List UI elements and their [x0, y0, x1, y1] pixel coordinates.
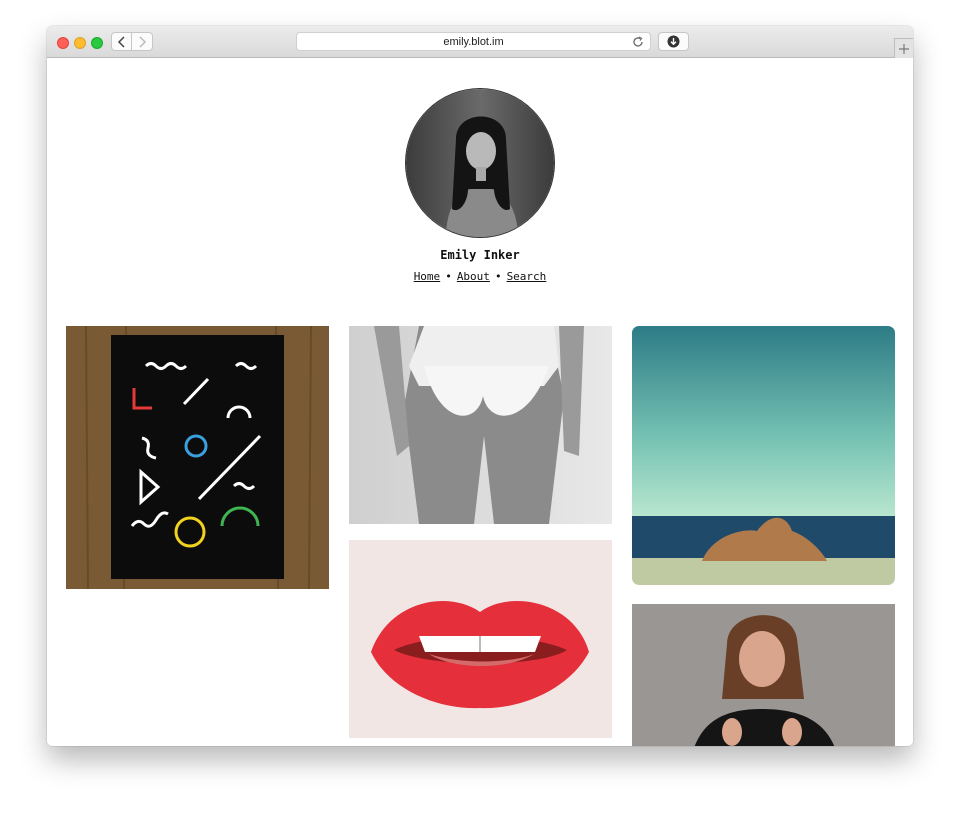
forward-button[interactable] — [132, 32, 153, 51]
plus-icon — [899, 43, 909, 54]
back-button[interactable] — [111, 32, 132, 51]
nav-separator: • — [445, 270, 452, 283]
download-icon — [667, 35, 680, 48]
gallery-photo-portrait[interactable] — [632, 604, 895, 746]
nav-search-link[interactable]: Search — [507, 270, 547, 283]
url-text: emily.blot.im — [443, 35, 504, 48]
reload-icon — [633, 36, 643, 47]
nav-about-link[interactable]: About — [457, 270, 490, 283]
close-window-button[interactable] — [57, 37, 69, 49]
zoom-window-button[interactable] — [91, 37, 103, 49]
gallery-photo-seaside[interactable] — [632, 326, 895, 585]
gallery-photo-figure[interactable] — [349, 326, 612, 524]
chevron-left-icon — [117, 35, 125, 48]
chevron-right-icon — [139, 35, 147, 48]
reload-button[interactable] — [631, 35, 645, 49]
gallery-photo-poster[interactable] — [66, 326, 329, 589]
page-content: Emily Inker Home • About • Search — [47, 58, 913, 746]
author-avatar — [405, 88, 555, 238]
minimize-window-button[interactable] — [74, 37, 86, 49]
new-tab-button[interactable] — [894, 38, 913, 58]
site-title: Emily Inker — [440, 248, 520, 262]
downloads-button[interactable] — [658, 32, 689, 51]
browser-window: emily.blot.im Emily Inker Home • About •… — [47, 26, 913, 746]
nav-home-link[interactable]: Home — [414, 270, 441, 283]
browser-toolbar: emily.blot.im — [47, 26, 913, 58]
gallery-photo-lips[interactable] — [349, 540, 612, 738]
address-bar[interactable]: emily.blot.im — [296, 32, 651, 51]
site-navigation: Home • About • Search — [47, 270, 913, 283]
nav-separator: • — [494, 270, 502, 283]
